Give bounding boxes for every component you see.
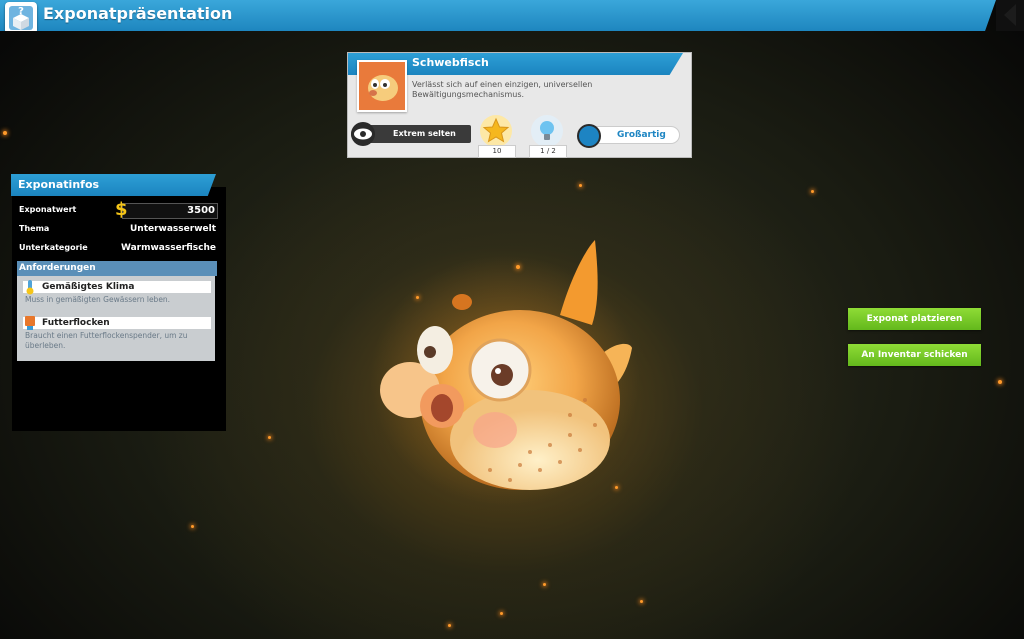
thermometer-icon	[26, 280, 34, 295]
eye-icon	[351, 122, 375, 146]
exhibit-box-icon: ?	[5, 2, 37, 31]
food-dispenser-icon	[25, 316, 35, 330]
exhibit-description: Verlässt sich auf einen einzigen, univer…	[412, 80, 593, 99]
svg-text:?: ?	[18, 6, 24, 17]
value-bar: $ 3500	[115, 199, 218, 220]
requirements-list: Gemäßigtes Klima Muss in gemäßigten Gewä…	[17, 276, 215, 361]
close-button[interactable]	[996, 0, 1024, 31]
exhibit-card: Schwebfisch Verlässt sich auf einen einz…	[347, 52, 692, 158]
star-value: 10	[478, 145, 516, 158]
page-title: Exponatpräsentation	[43, 4, 233, 23]
rarity-badge: Extrem selten	[351, 122, 471, 146]
requirement-label: Gemäßigtes Klima	[23, 281, 211, 293]
title-bar: ? Exponatpräsentation	[0, 0, 996, 31]
quality-dot-icon	[577, 124, 601, 148]
lightbulb-icon	[531, 115, 563, 147]
panel-title: Exponatinfos	[18, 178, 100, 191]
theme-value: Unterwasserwelt	[129, 224, 216, 234]
requirement-desc: Braucht einen Futterflockenspender, um z…	[25, 331, 188, 350]
panel-header: Exponatinfos	[11, 174, 216, 196]
send-to-inventory-button[interactable]: An Inventar schicken	[848, 344, 981, 366]
research-value: 1 / 2	[529, 145, 567, 158]
requirements-header: Anforderungen	[17, 261, 217, 276]
exhibit-name: Schwebfisch	[412, 56, 489, 69]
row-label-subcategory: Unterkategorie	[19, 243, 88, 252]
star-icon	[480, 115, 512, 147]
requirement-desc: Muss in gemäßigten Gewässern leben.	[25, 295, 171, 304]
quality-badge: Großartig	[577, 124, 680, 148]
row-label-value: Exponatwert	[19, 205, 77, 214]
pufferfish-icon	[357, 60, 407, 112]
row-label-theme: Thema	[19, 224, 50, 233]
exhibit-info-panel: Exponatinfos Exponatwert $ 3500 Thema Un…	[11, 174, 226, 431]
place-exhibit-button[interactable]: Exponat platzieren	[848, 308, 981, 330]
requirement-label: Futterflocken	[23, 317, 211, 329]
dollar-icon: $	[115, 199, 128, 220]
quality-label: Großartig	[617, 130, 666, 140]
rarity-label: Extrem selten	[393, 129, 456, 138]
pufferfish-model	[370, 240, 640, 505]
exhibit-value: 3500	[187, 205, 215, 216]
subcategory-value: Warmwasserfische	[120, 243, 216, 253]
requirements-title: Anforderungen	[19, 263, 96, 273]
